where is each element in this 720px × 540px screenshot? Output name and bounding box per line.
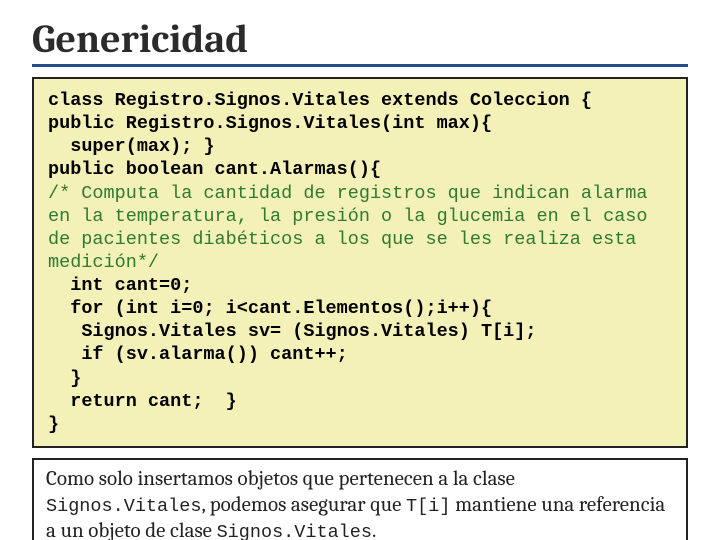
code-line: } [48,414,59,435]
code-line: public Registro.Signos.Vitales(int max){ [48,113,492,134]
code-block: class Registro.Signos.Vitales extends Co… [32,77,688,448]
note-mono: Signos.Vitales [46,496,201,517]
code-comment: /* Computa la cantidad de registros que … [48,183,659,273]
note-mono: T[i] [406,496,450,517]
code-line: for (int i=0; i<cant.Elementos();i++){ [48,298,492,319]
code-line: public boolean cant.Alarmas(){ [48,159,381,180]
code-line: Signos.Vitales sv= (Signos.Vitales) T[i]… [48,321,537,342]
code-line: } [48,368,81,389]
note-text: . [372,519,376,540]
note-mono: Signos.Vitales [217,522,372,540]
code-line: return cant; } [48,391,237,412]
slide-title: Genericidad [32,18,688,67]
note-block: Como solo insertamos objetos que pertene… [32,458,688,540]
code-line: int cant=0; [48,275,192,296]
note-text: , podemos asegurar que [201,493,406,517]
code-line: super(max); } [48,136,215,157]
code-line: if (sv.alarma()) cant++; [48,344,348,365]
slide: Genericidad class Registro.Signos.Vitale… [0,0,720,540]
note-text: Como solo insertamos objetos que pertene… [46,467,515,491]
code-line: class Registro.Signos.Vitales extends Co… [48,90,592,111]
